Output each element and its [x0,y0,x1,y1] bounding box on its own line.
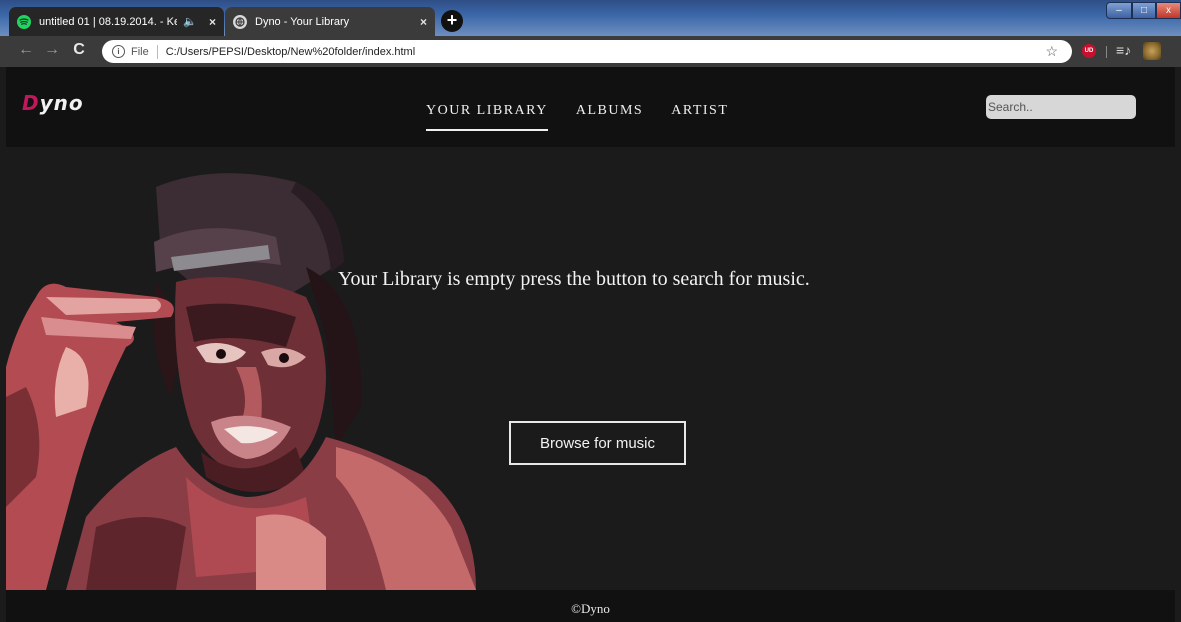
reload-icon[interactable]: C [69,41,89,59]
info-icon[interactable]: i [112,45,125,58]
back-arrow-icon[interactable]: ← [16,41,36,59]
nav-your-library[interactable]: YOUR LIBRARY [426,103,548,131]
audio-playing-icon[interactable]: 🔈 [183,15,197,28]
spotify-icon [17,14,31,29]
library-hero: Your Library is empty press the button t… [6,147,1175,590]
maximize-icon[interactable]: □ [1132,2,1156,19]
web-page: Dyno YOUR LIBRARY ALBUMS ARTIST Search..… [6,67,1175,622]
avatar-extension-icon[interactable] [1143,42,1161,60]
forward-arrow-icon[interactable]: → [42,41,62,59]
site-navbar: Dyno YOUR LIBRARY ALBUMS ARTIST [6,67,1175,147]
browser-tab-dyno[interactable]: Dyno - Your Library × [225,7,435,36]
artist-portrait-illustration [6,173,476,590]
tab-close-icon[interactable]: × [209,15,216,29]
browser-toolbar: ← → C i File C:/Users/PEPSI/Desktop/New%… [0,36,1181,67]
nav-albums[interactable]: ALBUMS [576,103,643,131]
browse-for-music-button[interactable]: Browse for music [509,421,686,465]
search-input[interactable] [986,95,1136,119]
url-text[interactable]: C:/Users/PEPSI/Desktop/New%20folder/inde… [166,46,415,58]
tab-title: untitled 01 | 08.19.2014. - Ker [39,15,178,28]
logo-text: yno [39,91,84,115]
playlist-icon[interactable]: ≡♪ [1116,42,1131,58]
globe-icon [233,14,247,29]
new-tab-button[interactable]: + [441,10,463,32]
tab-close-icon[interactable]: × [420,15,427,29]
toolbar-divider [1106,46,1107,58]
tab-title: Dyno - Your Library [255,15,350,28]
scheme-label: File [131,45,149,58]
browser-tab-spotify[interactable]: untitled 01 | 08.19.2014. - Ker 🔈 × [9,7,224,36]
minimize-icon[interactable]: – [1106,2,1132,19]
site-logo[interactable]: Dyno [22,91,84,115]
address-divider [156,44,158,59]
window-controls: – □ x [1106,2,1181,19]
empty-library-message: Your Library is empty press the button t… [338,268,810,290]
logo-initial: D [22,91,40,115]
site-footer: ©Dyno [6,590,1175,622]
close-window-icon[interactable]: x [1156,2,1181,19]
browser-tab-strip: untitled 01 | 08.19.2014. - Ker 🔈 × Dyno… [0,0,1181,36]
nav-artist[interactable]: ARTIST [671,103,728,131]
extension-badge-icon[interactable]: UD [1082,44,1096,58]
nav-links: YOUR LIBRARY ALBUMS ARTIST [426,103,756,131]
address-bar[interactable]: i File C:/Users/PEPSI/Desktop/New%20fold… [102,40,1072,63]
bookmark-star-icon[interactable]: ☆ [1045,43,1058,60]
